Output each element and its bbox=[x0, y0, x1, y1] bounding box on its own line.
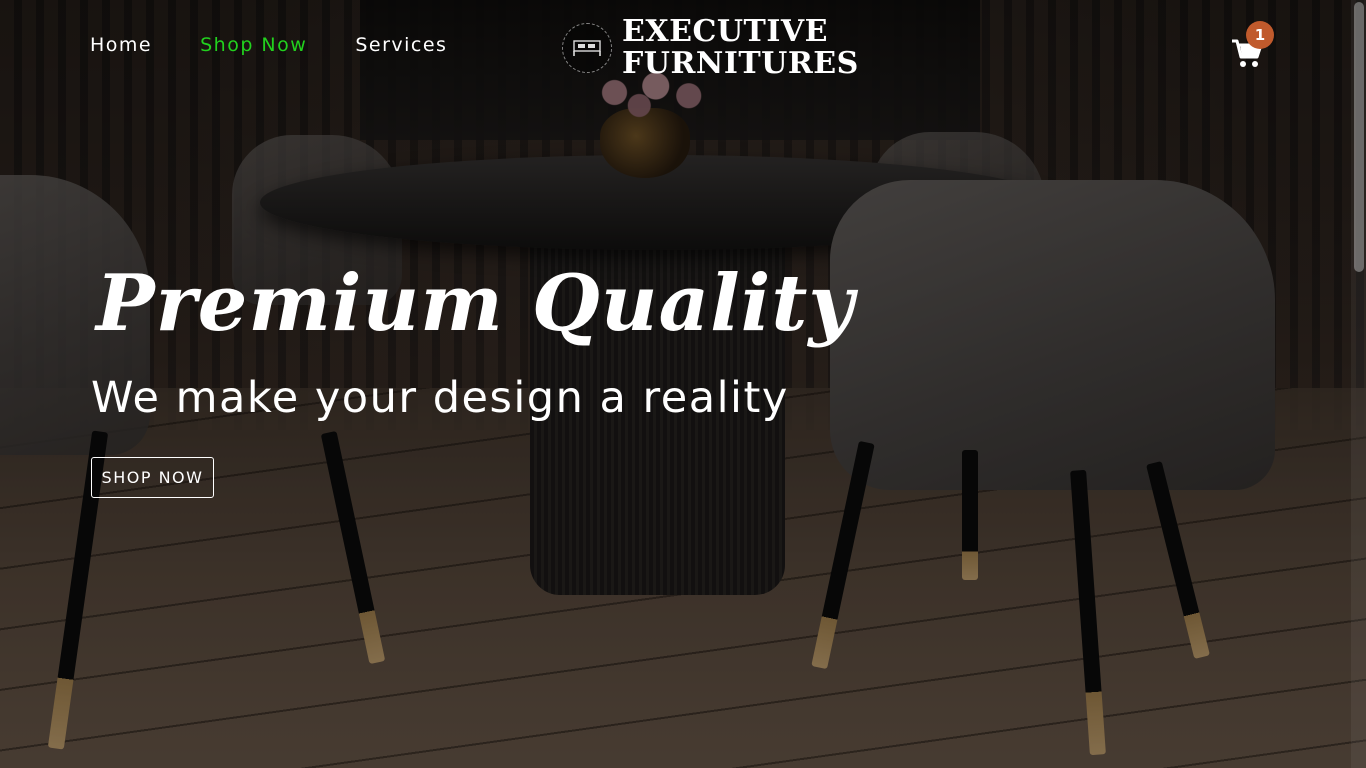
scrollbar-thumb[interactable] bbox=[1354, 2, 1364, 272]
brand-logo[interactable]: EXECUTIVE FURNITURES bbox=[562, 16, 859, 79]
bed-icon bbox=[562, 22, 612, 73]
page: Home Shop Now Services EXECUTIVE FURNITU… bbox=[0, 0, 1366, 768]
main-nav: Home Shop Now Services bbox=[90, 34, 447, 56]
hero-subtitle: We make your design a reality bbox=[91, 373, 789, 423]
brand-name: EXECUTIVE FURNITURES bbox=[622, 16, 859, 79]
nav-home[interactable]: Home bbox=[90, 34, 152, 56]
nav-services[interactable]: Services bbox=[355, 34, 447, 56]
shop-now-button[interactable]: SHOP NOW bbox=[91, 457, 214, 498]
cart-count-badge: 1 bbox=[1246, 21, 1274, 49]
brand-line-2: FURNITURES bbox=[622, 45, 859, 81]
page-scrollbar[interactable] bbox=[1351, 0, 1366, 768]
brand-line-1: EXECUTIVE bbox=[622, 14, 829, 49]
hero-title: Premium Quality bbox=[96, 258, 855, 349]
nav-shop-now[interactable]: Shop Now bbox=[200, 34, 307, 56]
